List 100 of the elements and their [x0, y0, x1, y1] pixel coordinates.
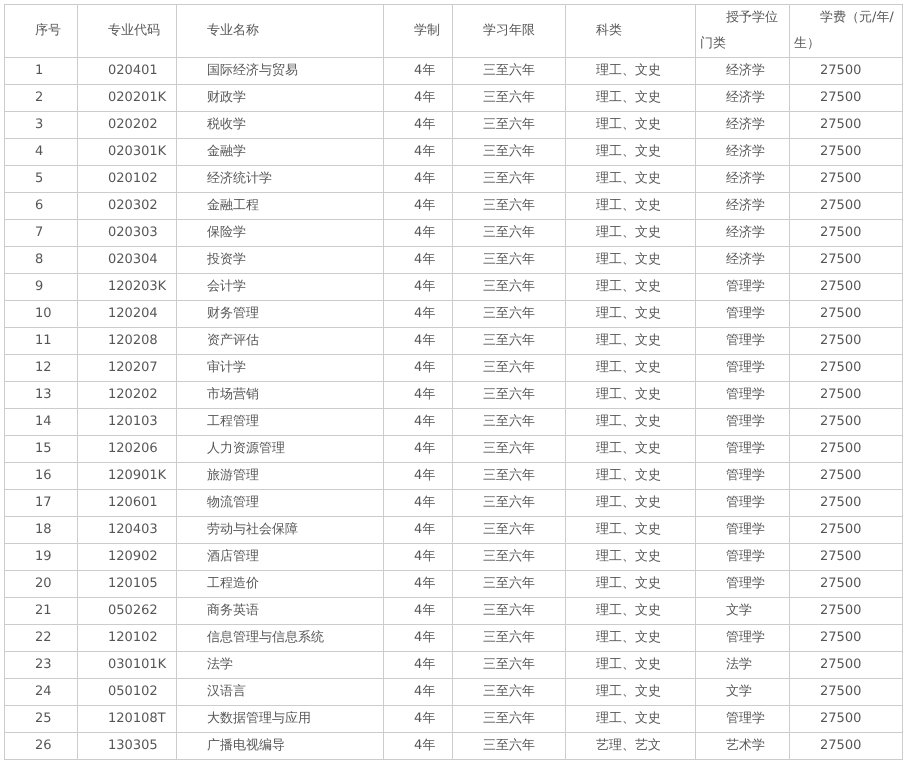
table-cell: 文学 — [696, 598, 790, 624]
table-cell: 120203K — [78, 274, 176, 300]
table-cell: 4年 — [384, 166, 452, 192]
table-cell: 27500 — [790, 490, 902, 516]
table-cell: 经济学 — [696, 246, 790, 274]
table-cell: 资产评估 — [176, 328, 384, 354]
table-cell: 法学 — [696, 652, 790, 678]
table-cell: 三至六年 — [452, 138, 566, 166]
table-cell: 三至六年 — [452, 570, 566, 598]
table-cell: 120208 — [78, 328, 176, 354]
table-cell: 27500 — [790, 652, 902, 678]
table-cell: 27500 — [790, 408, 902, 436]
table-cell: 27500 — [790, 220, 902, 246]
table-cell: 管理学 — [696, 436, 790, 462]
table-cell: 三至六年 — [452, 84, 566, 112]
column-header: 科类 — [566, 4, 696, 58]
table-cell: 理工、文史 — [566, 544, 696, 570]
table-cell: 23 — [4, 652, 78, 678]
table-cell: 10 — [4, 300, 78, 328]
table-cell: 120102 — [78, 624, 176, 652]
table-cell: 经济学 — [696, 112, 790, 138]
table-cell: 4年 — [384, 544, 452, 570]
table-cell: 27500 — [790, 516, 902, 544]
table-cell: 4年 — [384, 246, 452, 274]
table-cell: 120902 — [78, 544, 176, 570]
table-cell: 130305 — [78, 732, 176, 760]
table-cell: 理工、文史 — [566, 112, 696, 138]
table-cell: 1 — [4, 58, 78, 84]
table-cell: 人力资源管理 — [176, 436, 384, 462]
table-cell: 三至六年 — [452, 192, 566, 220]
table-cell: 19 — [4, 544, 78, 570]
table-cell: 27500 — [790, 732, 902, 760]
table-cell: 27500 — [790, 382, 902, 408]
table-cell: 理工、文史 — [566, 58, 696, 84]
table-cell: 120901K — [78, 462, 176, 490]
table-cell: 27500 — [790, 598, 902, 624]
table-cell: 艺术学 — [696, 732, 790, 760]
table-cell: 22 — [4, 624, 78, 652]
table-cell: 4年 — [384, 382, 452, 408]
table-cell: 6 — [4, 192, 78, 220]
table-cell: 27500 — [790, 570, 902, 598]
table-cell: 020102 — [78, 166, 176, 192]
table-cell: 理工、文史 — [566, 274, 696, 300]
table-cell: 三至六年 — [452, 544, 566, 570]
table-cell: 金融工程 — [176, 192, 384, 220]
table-cell: 020302 — [78, 192, 176, 220]
table-cell: 27500 — [790, 354, 902, 382]
table-cell: 27500 — [790, 624, 902, 652]
table-cell: 030101K — [78, 652, 176, 678]
table-cell: 4年 — [384, 598, 452, 624]
table-cell: 税收学 — [176, 112, 384, 138]
table-cell: 旅游管理 — [176, 462, 384, 490]
table-cell: 理工、文史 — [566, 706, 696, 732]
table-cell: 三至六年 — [452, 328, 566, 354]
table-cell: 理工、文史 — [566, 354, 696, 382]
table-cell: 4 — [4, 138, 78, 166]
table-cell: 信息管理与信息系统 — [176, 624, 384, 652]
table-cell: 13 — [4, 382, 78, 408]
table-cell: 4年 — [384, 408, 452, 436]
table-cell: 24 — [4, 678, 78, 706]
table-cell: 管理学 — [696, 624, 790, 652]
table-cell: 理工、文史 — [566, 84, 696, 112]
table-cell: 15 — [4, 436, 78, 462]
column-header: 学费（元/年/生） — [790, 4, 902, 58]
table-cell: 20 — [4, 570, 78, 598]
table-cell: 020201K — [78, 84, 176, 112]
table-cell: 三至六年 — [452, 706, 566, 732]
table-cell: 25 — [4, 706, 78, 732]
table-cell: 三至六年 — [452, 112, 566, 138]
table-cell: 经济学 — [696, 192, 790, 220]
table-cell: 财务管理 — [176, 300, 384, 328]
table-cell: 广播电视编导 — [176, 732, 384, 760]
table-cell: 商务英语 — [176, 598, 384, 624]
column-header: 专业代码 — [78, 4, 176, 58]
table-cell: 16 — [4, 462, 78, 490]
table-cell: 27500 — [790, 462, 902, 490]
table-cell: 三至六年 — [452, 436, 566, 462]
table-cell: 理工、文史 — [566, 436, 696, 462]
table-cell: 三至六年 — [452, 652, 566, 678]
table-cell: 管理学 — [696, 300, 790, 328]
column-header: 序号 — [4, 4, 78, 58]
table-cell: 4年 — [384, 300, 452, 328]
table-cell: 管理学 — [696, 516, 790, 544]
table-cell: 三至六年 — [452, 732, 566, 760]
table-cell: 经济学 — [696, 138, 790, 166]
table-cell: 管理学 — [696, 354, 790, 382]
column-header: 学制 — [384, 4, 452, 58]
table-cell: 管理学 — [696, 706, 790, 732]
table-cell: 汉语言 — [176, 678, 384, 706]
table-cell: 理工、文史 — [566, 490, 696, 516]
table-cell: 理工、文史 — [566, 678, 696, 706]
table-cell: 审计学 — [176, 354, 384, 382]
table-cell: 4年 — [384, 462, 452, 490]
table-cell: 管理学 — [696, 544, 790, 570]
table-cell: 27500 — [790, 84, 902, 112]
table-cell: 经济学 — [696, 58, 790, 84]
table-cell: 4年 — [384, 354, 452, 382]
table-cell: 4年 — [384, 220, 452, 246]
table-cell: 文学 — [696, 678, 790, 706]
table-cell: 27500 — [790, 138, 902, 166]
